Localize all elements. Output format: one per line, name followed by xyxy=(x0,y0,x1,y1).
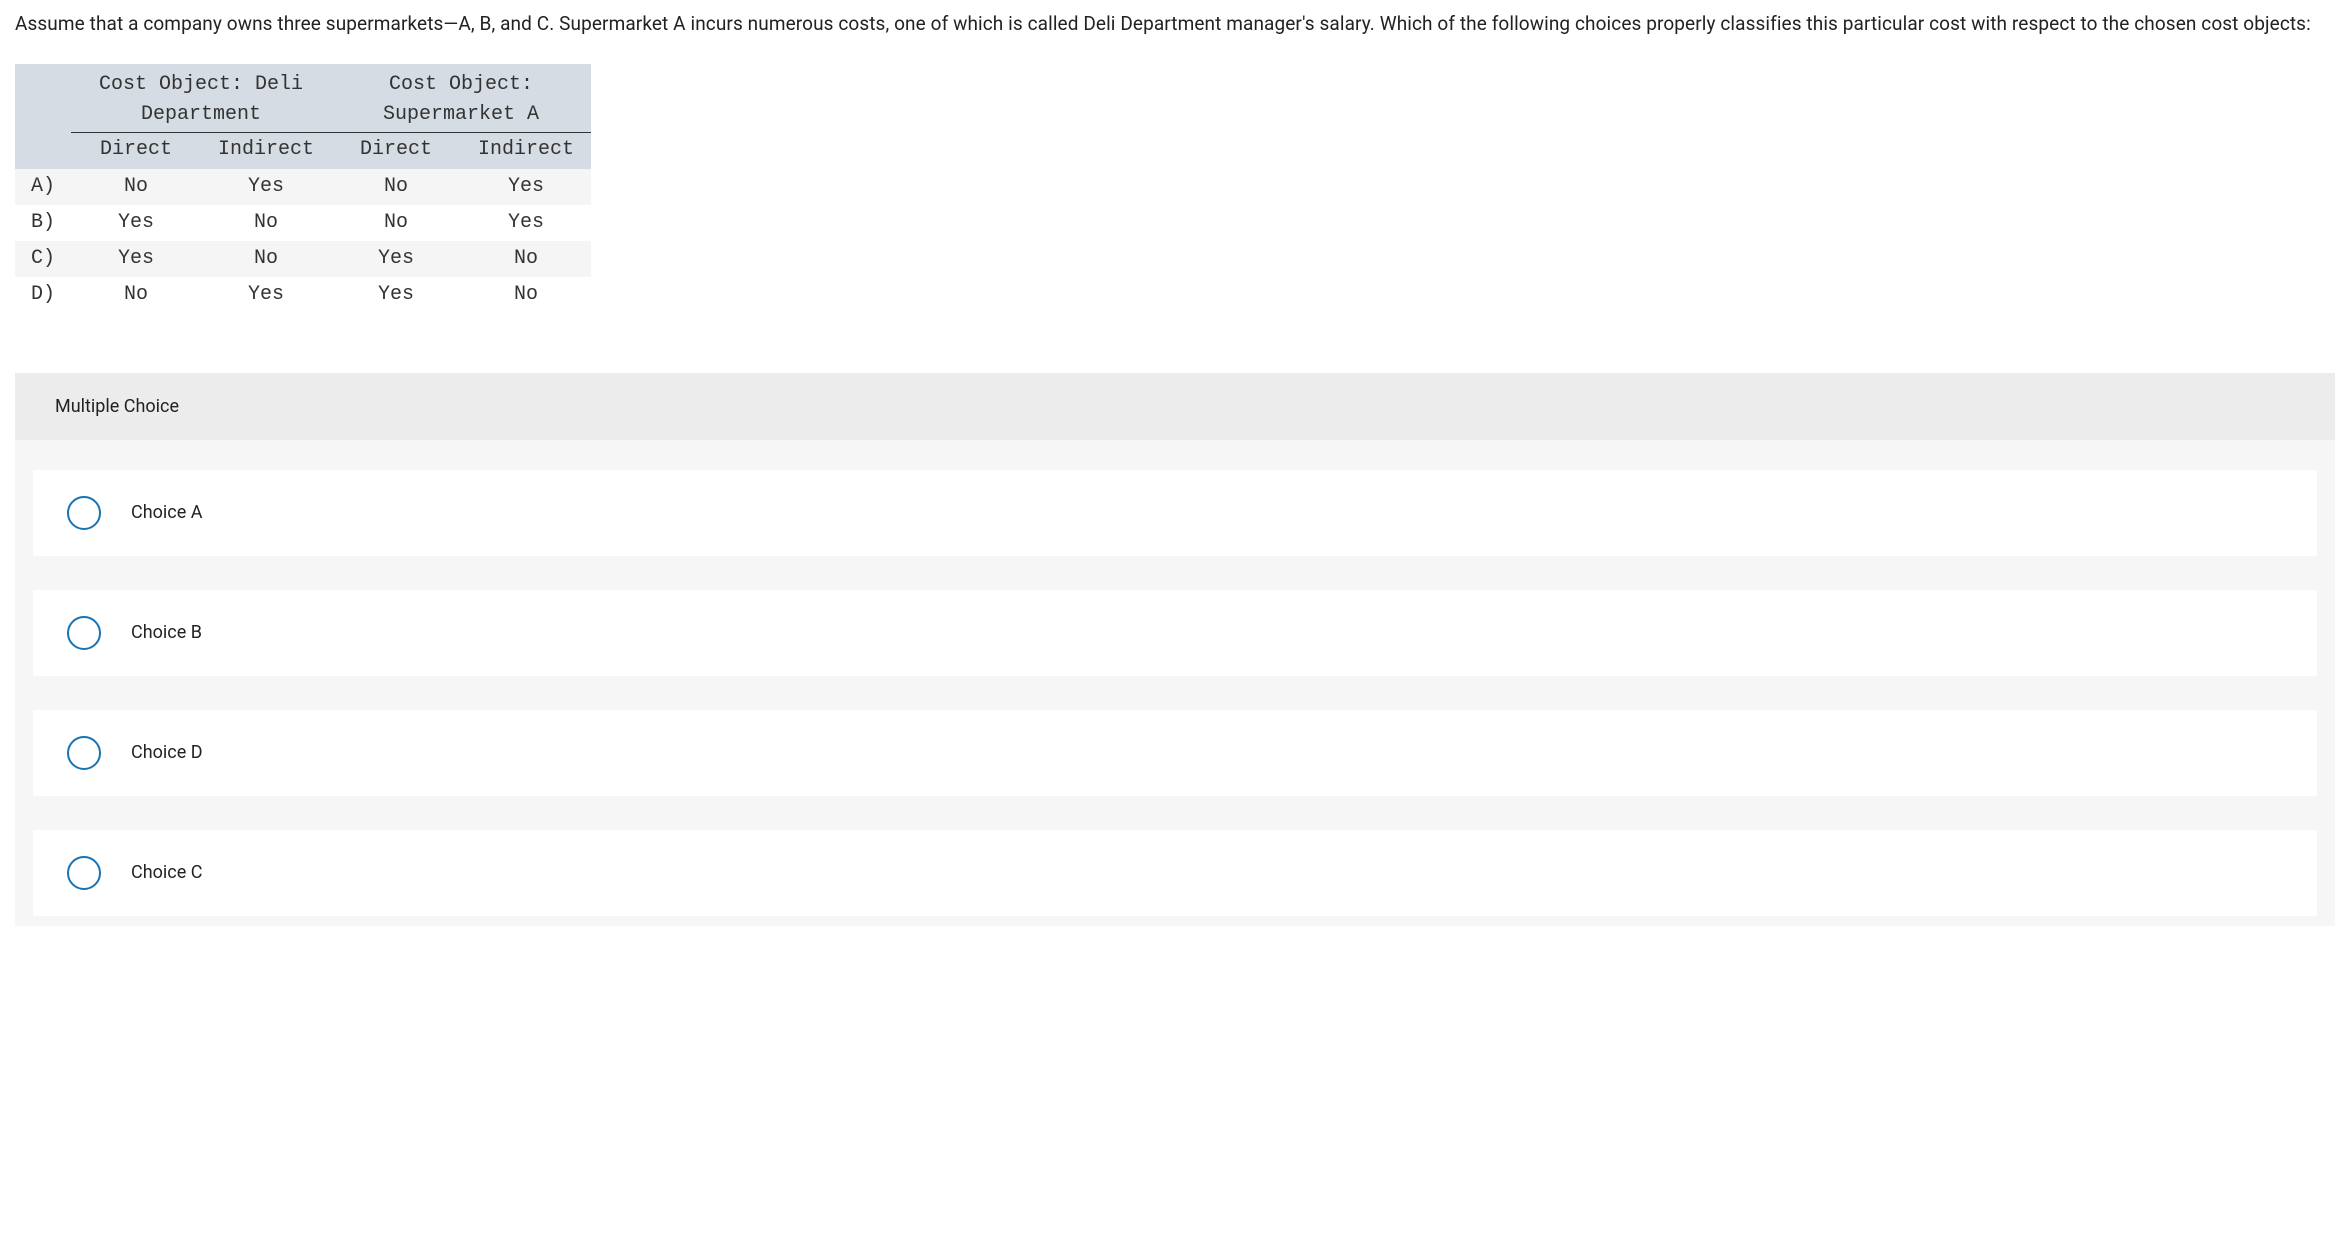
cell: Yes xyxy=(71,205,201,241)
radio-icon[interactable] xyxy=(67,616,101,650)
cell: Yes xyxy=(201,169,331,205)
table-row: C) Yes No Yes No xyxy=(15,241,591,277)
cell: Yes xyxy=(331,277,461,313)
choice-label: Choice C xyxy=(131,859,202,886)
cell: No xyxy=(201,241,331,277)
cell: No xyxy=(331,169,461,205)
answer-area: Multiple Choice Choice A Choice B Choice… xyxy=(15,373,2335,926)
group-header-super-line1: Cost Object: xyxy=(389,73,533,96)
cell: No xyxy=(461,241,591,277)
question-text: Assume that a company owns three superma… xyxy=(15,10,2335,39)
cell: No xyxy=(71,169,201,205)
sub-header-3: Indirect xyxy=(461,132,591,169)
group-header-super-line2: Supermarket A xyxy=(383,103,539,126)
cell: No xyxy=(201,205,331,241)
choice-label: Choice B xyxy=(131,619,202,646)
radio-icon[interactable] xyxy=(67,736,101,770)
group-header-supermarket: Cost Object: Supermarket A xyxy=(331,64,591,133)
group-header-deli: Cost Object: Deli Department xyxy=(71,64,331,133)
cell: No xyxy=(71,277,201,313)
row-label: A) xyxy=(15,169,71,205)
row-label: C) xyxy=(15,241,71,277)
cell: Yes xyxy=(71,241,201,277)
group-header-deli-line2: Department xyxy=(141,103,261,126)
cell: Yes xyxy=(461,205,591,241)
row-label: B) xyxy=(15,205,71,241)
choice-option[interactable]: Choice B xyxy=(33,590,2317,676)
choices-list: Choice A Choice B Choice D Choice C xyxy=(15,440,2335,926)
group-header-deli-line1: Cost Object: Deli xyxy=(99,73,303,96)
radio-icon[interactable] xyxy=(67,496,101,530)
row-label: D) xyxy=(15,277,71,313)
table-corner xyxy=(15,64,71,169)
cell: No xyxy=(331,205,461,241)
cell: Yes xyxy=(461,169,591,205)
cell: Yes xyxy=(201,277,331,313)
sub-header-1: Indirect xyxy=(201,132,331,169)
choice-option[interactable]: Choice D xyxy=(33,710,2317,796)
radio-icon[interactable] xyxy=(67,856,101,890)
sub-header-0: Direct xyxy=(71,132,201,169)
sub-header-2: Direct xyxy=(331,132,461,169)
choice-label: Choice D xyxy=(131,739,203,766)
choice-label: Choice A xyxy=(131,499,202,526)
table-row: B) Yes No No Yes xyxy=(15,205,591,241)
cost-object-table: Cost Object: Deli Department Cost Object… xyxy=(15,64,591,313)
choice-option[interactable]: Choice C xyxy=(33,830,2317,916)
cell: No xyxy=(461,277,591,313)
table-row: D) No Yes Yes No xyxy=(15,277,591,313)
table-row: A) No Yes No Yes xyxy=(15,169,591,205)
cell: Yes xyxy=(331,241,461,277)
choice-option[interactable]: Choice A xyxy=(33,470,2317,556)
multiple-choice-header: Multiple Choice xyxy=(15,373,2335,440)
